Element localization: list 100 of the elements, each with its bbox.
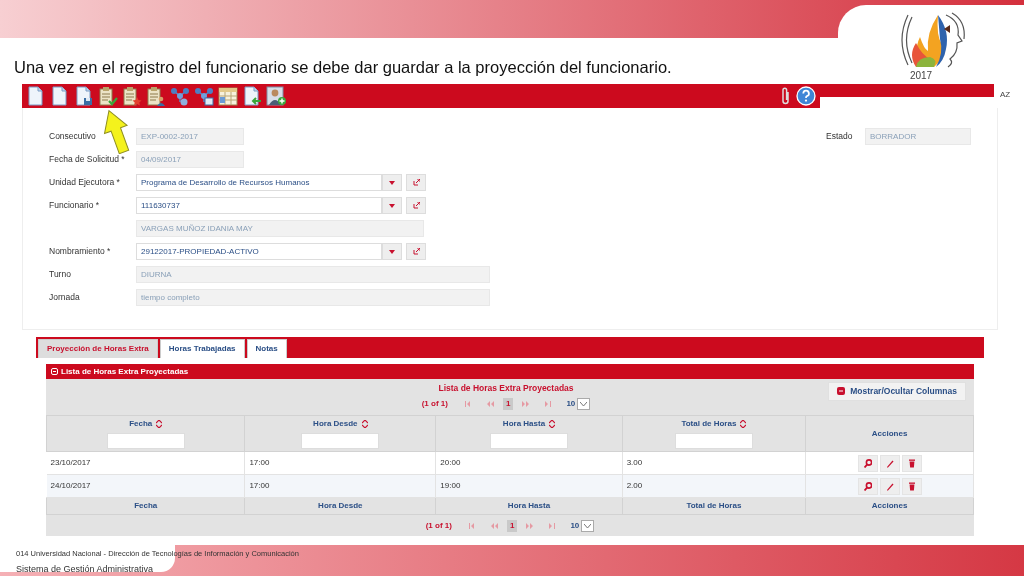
fast-forward-icon [526,522,535,529]
edit-button[interactable] [879,454,900,472]
page-button[interactable]: 1 [506,519,518,532]
field-label: Consecutivo [49,130,97,143]
tab[interactable]: Notas [246,339,287,358]
magnifier-icon [863,458,872,468]
sort-icon [361,420,368,428]
view-button[interactable] [857,477,878,495]
filter-field[interactable] [106,433,185,449]
page-icon[interactable] [26,86,46,106]
column-header[interactable]: Hora Hasta [435,415,623,452]
logo-year: 2017 [909,71,933,81]
readonly-field: 04/09/2017 [136,151,244,168]
table-cell: 23/10/2017 [46,451,245,475]
table-cell: 24/10/2017 [46,474,245,498]
table-cell: 3.00 [622,451,806,475]
table-cell: 2.00 [622,474,806,498]
dropdown-button[interactable] [382,243,402,260]
skip-start-icon [468,522,477,529]
field-label: Turno [49,268,72,281]
skip-start-icon [464,400,473,407]
sort-icon [740,420,747,428]
column-header: Acciones [805,415,974,452]
delete-button[interactable] [901,477,922,495]
view-button[interactable] [857,454,878,472]
field-label: Nombramiento * [49,245,112,258]
external-link-icon [412,179,420,186]
skip-end-icon [547,522,556,529]
column-header[interactable]: Fecha [46,415,245,452]
delete-button[interactable] [901,454,922,472]
caret-icon [389,180,395,185]
caret-icon [389,249,395,254]
calendar-icon[interactable] [218,86,238,106]
header-text: AZ [999,89,1011,101]
dropdown-button[interactable] [382,174,402,191]
sort-icon [156,420,163,428]
field-label: Jornada [49,291,81,304]
open-link-button[interactable] [406,174,426,191]
skip-end-icon [543,400,552,407]
external-link-icon [412,202,420,209]
field-label: Estado [826,130,854,143]
trash-icon [907,481,916,491]
panel-title: Lista de Horas Extra Proyectadas [61,365,189,378]
readonly-field: tiempo completo [136,289,490,306]
toggle-columns-button[interactable]: Mostrar/Ocultar Columnas [828,382,966,401]
column-header[interactable]: Total de Horas [622,415,806,452]
person-add-icon[interactable] [266,86,286,106]
pencil-icon [885,458,894,468]
caret-icon [389,203,395,208]
readonly-field: EXP-0002-2017 [136,128,244,145]
fast-forward-icon [522,400,531,407]
clipboard-person-icon[interactable] [146,86,166,106]
field-label: Funcionario * [49,199,101,212]
filter-field[interactable] [490,433,568,449]
table-cell: 20:00 [435,451,623,475]
tab[interactable]: Proyección de Horas Extra [38,339,158,358]
caret-icon [580,401,588,406]
readonly-field: BORRADOR [865,128,971,145]
filter-field[interactable] [674,433,753,449]
external-link-icon [412,248,420,255]
table-cell: 19:00 [435,474,623,498]
table-cell: 17:00 [244,474,436,498]
pointer-arrow [104,110,130,154]
panel-icon [51,368,58,375]
network-window-icon[interactable] [194,86,214,106]
open-link-button[interactable] [406,197,426,214]
caret-icon [584,523,592,528]
tab[interactable]: Horas Trabajadas [159,339,245,358]
open-link-button[interactable] [406,243,426,260]
table-cell: 17:00 [244,451,436,475]
select-field[interactable]: 111630737 [136,197,382,214]
pencil-icon [885,481,894,491]
select-field[interactable]: 29122017-PROPIEDAD-ACTIVO [136,243,382,260]
filter-field[interactable] [301,433,380,449]
trash-icon [907,458,916,468]
rewind-icon [485,400,494,407]
network-icon[interactable] [170,86,190,106]
dropdown-button[interactable] [382,197,402,214]
paperclip-icon[interactable] [780,86,792,106]
columns-icon [837,387,846,396]
column-header[interactable]: Hora Desde [244,415,436,452]
select-field[interactable]: Programa de Desarrollo de Recursos Humanos [136,174,382,191]
page-report: (1 of 1) [421,397,448,410]
help-icon[interactable] [796,86,816,106]
rewind-icon [489,522,498,529]
page-button[interactable]: 1 [502,397,514,410]
page-report: (1 of 1) [425,519,452,532]
clipboard-star-icon[interactable] [122,86,142,106]
sort-icon [549,420,556,428]
slide-caption: Una vez en el registro del funcionario se debe dar guardar a la proyección del funcionario. [14,58,672,78]
page-arrow-icon[interactable] [242,86,262,106]
readonly-field: VARGAS MUÑOZ IDANIA MAY [136,220,424,237]
footer-text: Sistema de Gestión Administrativa [16,563,155,576]
field-label: Fecha de Solicitud * [49,153,126,166]
table-caption: Lista de Horas Extra Proyectadas [438,382,574,395]
clipboard-check-icon[interactable] [98,86,118,106]
readonly-field: DIURNA [136,266,490,283]
page-icon[interactable] [50,86,70,106]
magnifier-icon [863,481,872,491]
edit-button[interactable] [879,477,900,495]
